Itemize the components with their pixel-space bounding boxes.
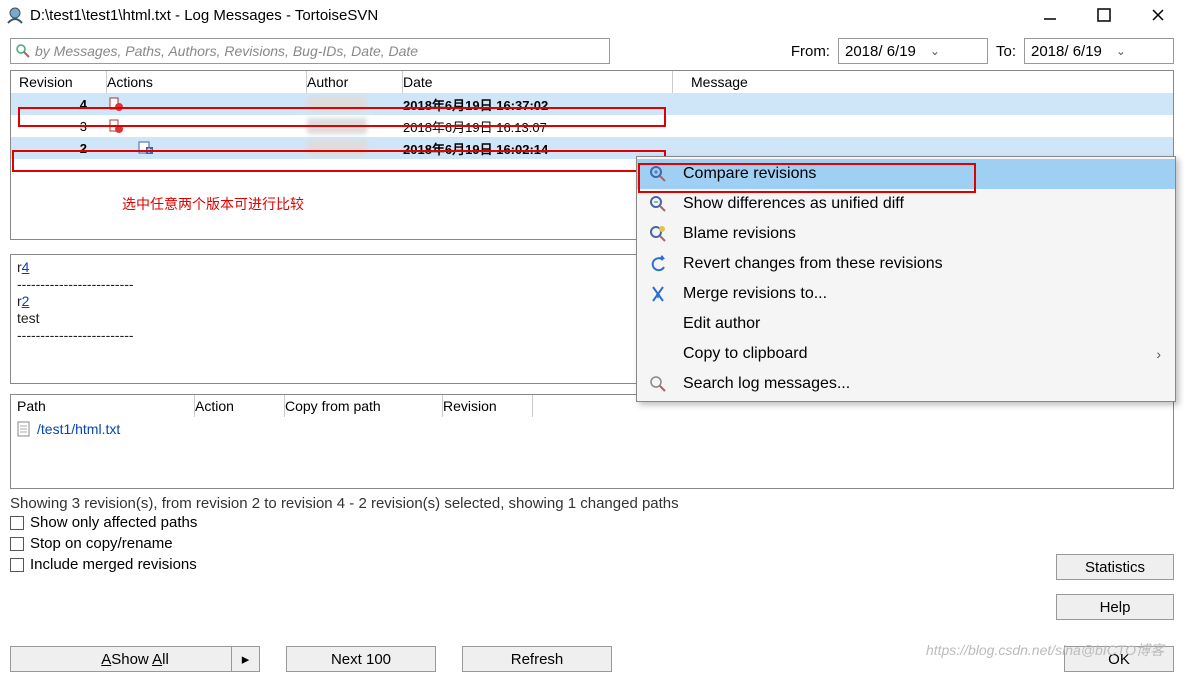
- menu-blame[interactable]: Blame revisions: [637, 219, 1175, 249]
- show-all-dropdown[interactable]: ▸: [231, 647, 259, 671]
- col-actions[interactable]: Actions: [107, 71, 307, 93]
- blame-icon: [647, 225, 669, 243]
- col-revision[interactable]: Revision: [11, 71, 107, 93]
- checkbox-icon: [10, 537, 24, 551]
- table-row[interactable]: 4 2018年6月19日 16:37:02: [11, 93, 1173, 115]
- check-affected-paths[interactable]: Show only affected paths: [10, 514, 1174, 531]
- col-copyfrom[interactable]: Copy from path: [285, 395, 443, 417]
- refresh-button[interactable]: Refresh: [462, 646, 612, 672]
- revision-link[interactable]: 4: [22, 259, 30, 275]
- menu-compare-revisions[interactable]: Compare revisions: [637, 159, 1175, 189]
- col-author[interactable]: Author: [307, 71, 403, 93]
- menu-unified-diff[interactable]: Show differences as unified diff: [637, 189, 1175, 219]
- col-action[interactable]: Action: [195, 395, 285, 417]
- merge-icon: [647, 285, 669, 303]
- statistics-button[interactable]: Statistics: [1056, 554, 1174, 580]
- modified-icon: [107, 95, 125, 113]
- menu-copy-clipboard[interactable]: Copy to clipboard ›: [637, 339, 1175, 369]
- to-date-picker[interactable]: 2018/ 6/19 ⌄: [1024, 38, 1174, 64]
- table-row[interactable]: 3 2018年6月19日 16:13:07: [11, 115, 1173, 137]
- menu-search-log[interactable]: Search log messages...: [637, 369, 1175, 399]
- window-title: D:\test1\test1\html.txt - Log Messages -…: [30, 7, 1038, 24]
- chevron-down-icon: ⌄: [1116, 44, 1126, 58]
- next-100-button[interactable]: Next 100: [286, 646, 436, 672]
- file-icon: [17, 421, 33, 437]
- author-value: [307, 118, 367, 134]
- magnify-icon: [647, 195, 669, 213]
- col-path[interactable]: Path: [11, 395, 195, 417]
- checkbox-icon: [10, 516, 24, 530]
- col-date[interactable]: Date: [403, 71, 673, 93]
- status-text: Showing 3 revision(s), from revision 2 t…: [0, 495, 1184, 512]
- checkbox-icon: [10, 558, 24, 572]
- magnify-icon: [647, 165, 669, 183]
- from-date-value: 2018/ 6/19: [845, 43, 916, 60]
- menu-merge[interactable]: Merge revisions to...: [637, 279, 1175, 309]
- check-include-merged[interactable]: Include merged revisions: [10, 556, 1174, 573]
- options-group: Show only affected paths Stop on copy/re…: [0, 512, 1184, 575]
- author-value: [307, 96, 367, 112]
- app-icon: [4, 4, 26, 26]
- modified-icon: [137, 139, 155, 157]
- submenu-arrow-icon: ›: [1156, 346, 1161, 362]
- col-rev[interactable]: Revision: [443, 395, 533, 417]
- from-label: From:: [791, 43, 830, 60]
- author-value: [307, 140, 367, 156]
- search-icon: [15, 43, 31, 59]
- annotation-text: 选中任意两个版本可进行比较: [122, 194, 304, 214]
- search-input[interactable]: by Messages, Paths, Authors, Revisions, …: [10, 38, 610, 64]
- chevron-down-icon: ⌄: [930, 44, 940, 58]
- to-date-value: 2018/ 6/19: [1031, 43, 1102, 60]
- search-placeholder: by Messages, Paths, Authors, Revisions, …: [35, 43, 418, 59]
- minimize-button[interactable]: [1038, 3, 1062, 27]
- check-stop-on-copy[interactable]: Stop on copy/rename: [10, 535, 1174, 552]
- to-label: To:: [996, 43, 1016, 60]
- from-date-picker[interactable]: 2018/ 6/19 ⌄: [838, 38, 988, 64]
- revert-icon: [647, 255, 669, 273]
- menu-edit-author[interactable]: Edit author: [637, 309, 1175, 339]
- maximize-button[interactable]: [1092, 3, 1116, 27]
- search-icon: [647, 375, 669, 393]
- titlebar: D:\test1\test1\html.txt - Log Messages -…: [0, 0, 1184, 30]
- context-menu: Compare revisions Show differences as un…: [636, 156, 1176, 402]
- show-all-button[interactable]: AShow AllShow All ▸: [10, 646, 260, 672]
- close-button[interactable]: [1146, 3, 1170, 27]
- revision-list-header: Revision Actions Author Date Message: [11, 71, 1173, 93]
- menu-revert[interactable]: Revert changes from these revisions: [637, 249, 1175, 279]
- path-row[interactable]: /test1/html.txt: [11, 417, 1173, 441]
- revision-link[interactable]: 2: [22, 293, 30, 309]
- col-message[interactable]: Message: [673, 71, 748, 93]
- watermark-text: https://blog.csdn.net/sina@bICTO博客: [926, 640, 1164, 660]
- changed-paths-panel: Path Action Copy from path Revision /tes…: [10, 394, 1174, 489]
- toolbar: by Messages, Paths, Authors, Revisions, …: [0, 30, 1184, 70]
- help-button[interactable]: Help: [1056, 594, 1174, 620]
- modified-icon: [107, 117, 125, 135]
- file-path: /test1/html.txt: [37, 421, 120, 437]
